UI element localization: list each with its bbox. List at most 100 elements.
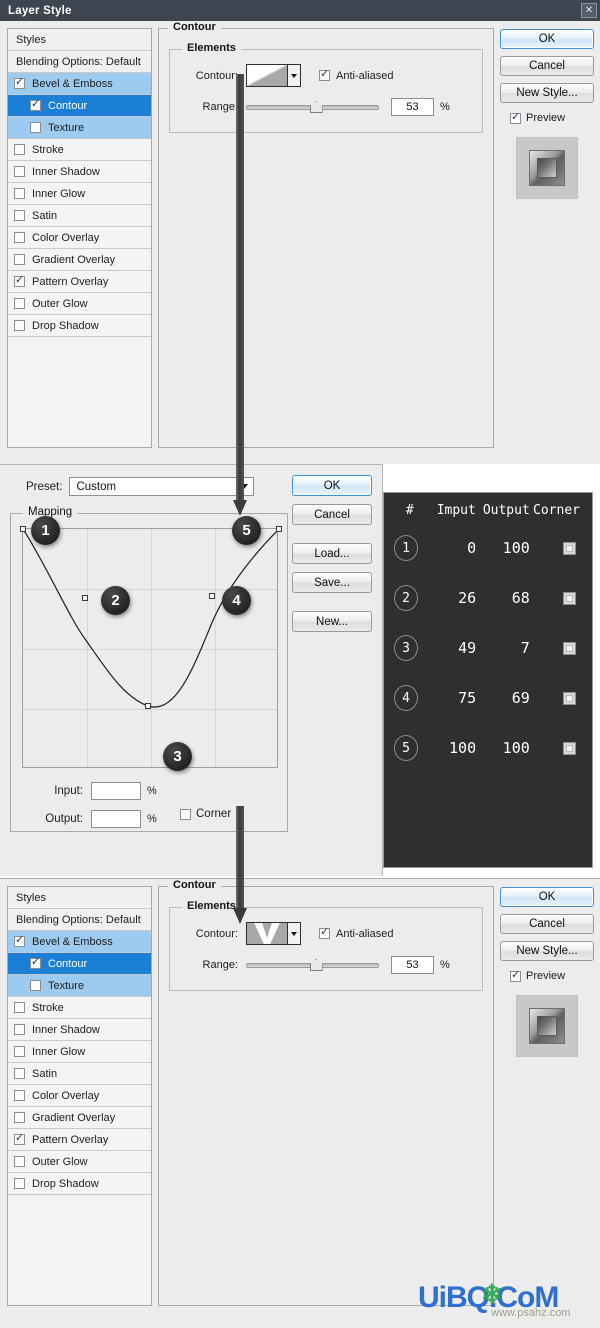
curve-point-3[interactable]: [145, 703, 151, 709]
style-row-contour[interactable]: Contour: [8, 953, 151, 975]
checkbox-icon[interactable]: [14, 936, 25, 947]
antialiased-field[interactable]: Anti-aliased: [319, 928, 393, 940]
style-row-bevel-emboss[interactable]: Bevel & Emboss: [8, 73, 151, 95]
save-button[interactable]: Save...: [292, 572, 372, 593]
preview-toggle[interactable]: Preview: [500, 970, 594, 982]
checkbox-icon[interactable]: [14, 1024, 25, 1035]
curve-point-2[interactable]: [82, 595, 88, 601]
styles-list-header[interactable]: Styles: [8, 29, 151, 51]
style-row-outer-glow[interactable]: Outer Glow: [8, 1151, 151, 1173]
checkbox-icon[interactable]: [14, 144, 25, 155]
checkbox-icon[interactable]: [14, 1156, 25, 1167]
preset-select[interactable]: Custom: [69, 477, 254, 496]
style-row-gradient-overlay[interactable]: Gradient Overlay: [8, 1107, 151, 1129]
style-row-stroke[interactable]: Stroke: [8, 139, 151, 161]
range-input[interactable]: 53: [391, 956, 434, 974]
cancel-button[interactable]: Cancel: [292, 504, 372, 525]
checkbox-icon[interactable]: [30, 122, 41, 133]
checkbox-icon[interactable]: [563, 592, 576, 605]
corner-toggle[interactable]: Corner: [180, 808, 231, 820]
percent-label: %: [440, 101, 450, 113]
chevron-down-icon[interactable]: [288, 922, 301, 945]
style-row-inner-shadow[interactable]: Inner Shadow: [8, 161, 151, 183]
checkbox-icon[interactable]: [14, 166, 25, 177]
style-row-outer-glow[interactable]: Outer Glow: [8, 293, 151, 315]
checkbox-icon[interactable]: [319, 928, 330, 939]
checkbox-icon[interactable]: [563, 742, 576, 755]
curve-point-4[interactable]: [209, 593, 215, 599]
checkbox-icon[interactable]: [510, 971, 521, 982]
style-row-bevel-emboss[interactable]: Bevel & Emboss: [8, 931, 151, 953]
checkbox-icon[interactable]: [14, 1112, 25, 1123]
style-row-drop-shadow[interactable]: Drop Shadow: [8, 315, 151, 337]
checkbox-icon[interactable]: [14, 1134, 25, 1145]
curve-point-5[interactable]: [276, 526, 282, 532]
blending-options-row[interactable]: Blending Options: Default: [8, 51, 151, 73]
checkbox-icon[interactable]: [14, 320, 25, 331]
checkbox-icon[interactable]: [30, 958, 41, 969]
style-row-inner-shadow[interactable]: Inner Shadow: [8, 1019, 151, 1041]
range-slider[interactable]: [246, 100, 379, 114]
style-row-satin[interactable]: Satin: [8, 1063, 151, 1085]
antialiased-field[interactable]: Anti-aliased: [319, 70, 393, 82]
cancel-button[interactable]: Cancel: [500, 914, 594, 934]
checkbox-icon[interactable]: [14, 1178, 25, 1189]
input-field[interactable]: [91, 782, 141, 800]
style-row-color-overlay[interactable]: Color Overlay: [8, 1085, 151, 1107]
checkbox-icon[interactable]: [14, 210, 25, 221]
ok-button[interactable]: OK: [500, 887, 594, 907]
checkbox-icon[interactable]: [563, 642, 576, 655]
style-row-stroke[interactable]: Stroke: [8, 997, 151, 1019]
style-row-satin[interactable]: Satin: [8, 205, 151, 227]
checkbox-icon[interactable]: [14, 188, 25, 199]
checkbox-icon[interactable]: [14, 1090, 25, 1101]
style-row-color-overlay[interactable]: Color Overlay: [8, 227, 151, 249]
ok-button[interactable]: OK: [292, 475, 372, 496]
checkbox-icon[interactable]: [319, 70, 330, 81]
output-field[interactable]: [91, 810, 141, 828]
cancel-button[interactable]: Cancel: [500, 56, 594, 76]
column-header-index: #: [394, 503, 426, 518]
style-row-gradient-overlay[interactable]: Gradient Overlay: [8, 249, 151, 271]
styles-list-header[interactable]: Styles: [8, 887, 151, 909]
style-row-pattern-overlay[interactable]: Pattern Overlay: [8, 271, 151, 293]
style-row-contour[interactable]: Contour: [8, 95, 151, 117]
preview-toggle[interactable]: Preview: [500, 112, 594, 124]
style-row-inner-glow[interactable]: Inner Glow: [8, 1041, 151, 1063]
new-button[interactable]: New...: [292, 611, 372, 632]
checkbox-icon[interactable]: [14, 78, 25, 89]
checkbox-icon[interactable]: [14, 1068, 25, 1079]
close-icon[interactable]: ✕: [581, 3, 597, 18]
style-row-texture[interactable]: Texture: [8, 117, 151, 139]
curve-grid[interactable]: [22, 528, 278, 768]
checkbox-icon[interactable]: [14, 232, 25, 243]
curve-point-1[interactable]: [20, 526, 26, 532]
checkbox-icon[interactable]: [14, 1002, 25, 1013]
contour-preset-swatch[interactable]: [246, 922, 288, 945]
new-style-button[interactable]: New Style...: [500, 83, 594, 103]
checkbox-icon[interactable]: [30, 980, 41, 991]
chevron-down-icon[interactable]: [288, 64, 301, 87]
style-row-inner-glow[interactable]: Inner Glow: [8, 183, 151, 205]
ok-button[interactable]: OK: [500, 29, 594, 49]
load-button[interactable]: Load...: [292, 543, 372, 564]
checkbox-icon[interactable]: [563, 692, 576, 705]
range-input[interactable]: 53: [391, 98, 434, 116]
checkbox-icon[interactable]: [180, 809, 191, 820]
contour-preset-swatch[interactable]: [246, 64, 288, 87]
slider-thumb[interactable]: [310, 101, 323, 113]
checkbox-icon[interactable]: [14, 254, 25, 265]
style-row-texture[interactable]: Texture: [8, 975, 151, 997]
checkbox-icon[interactable]: [30, 100, 41, 111]
style-row-pattern-overlay[interactable]: Pattern Overlay: [8, 1129, 151, 1151]
range-slider[interactable]: [246, 958, 379, 972]
checkbox-icon[interactable]: [14, 1046, 25, 1057]
checkbox-icon[interactable]: [14, 276, 25, 287]
new-style-button[interactable]: New Style...: [500, 941, 594, 961]
checkbox-icon[interactable]: [563, 542, 576, 555]
slider-thumb[interactable]: [310, 959, 323, 971]
style-row-drop-shadow[interactable]: Drop Shadow: [8, 1173, 151, 1195]
checkbox-icon[interactable]: [14, 298, 25, 309]
checkbox-icon[interactable]: [510, 113, 521, 124]
blending-options-row[interactable]: Blending Options: Default: [8, 909, 151, 931]
